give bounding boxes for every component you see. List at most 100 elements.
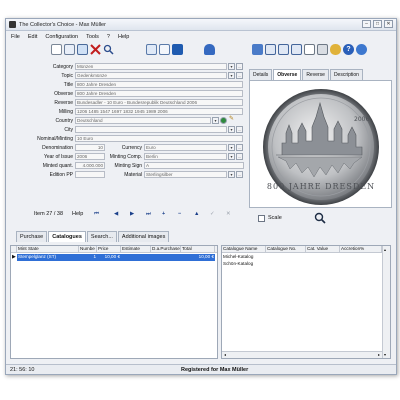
scroll-down-icon[interactable]: ▾	[384, 352, 386, 357]
category-more-button[interactable]: …	[236, 63, 243, 70]
denomination-field[interactable]: 10	[75, 144, 105, 151]
help-link[interactable]: Help	[72, 211, 83, 217]
country-field[interactable]: Deutschland	[75, 117, 211, 124]
pencil-icon[interactable]: ✎	[228, 116, 235, 124]
tab-additional-images[interactable]: Additional images	[117, 231, 170, 242]
tab-description[interactable]: Description	[329, 69, 363, 80]
menu-file[interactable]: File	[11, 34, 20, 40]
nominal-minting-field[interactable]: 10 Euro	[75, 135, 243, 142]
horizontal-scrollbar[interactable]: ◂ ▸	[222, 351, 382, 358]
first-record-button[interactable]: ⏮	[94, 211, 99, 218]
book-icon[interactable]	[172, 44, 183, 55]
material-field[interactable]: Sterlingsilber	[144, 171, 227, 178]
tab-reverse[interactable]: Reverse	[302, 69, 329, 80]
price-cell[interactable]: 10,00 €	[97, 254, 121, 261]
move-up-button[interactable]: ▲	[194, 211, 199, 217]
globe-icon[interactable]	[220, 117, 227, 124]
list-icon[interactable]	[146, 44, 157, 55]
column-header[interactable]: Total	[181, 246, 215, 252]
minimize-button[interactable]: –	[362, 20, 371, 28]
city-dropdown[interactable]: ▾	[228, 126, 235, 133]
minted-quant-field[interactable]: 4.000.000	[75, 162, 105, 169]
city-more-button[interactable]: …	[236, 126, 243, 133]
column-header[interactable]: Estimate	[121, 246, 151, 252]
list-report-icon[interactable]	[265, 44, 276, 55]
minting-sign-field[interactable]: A	[144, 162, 244, 169]
currency-more-button[interactable]: …	[236, 144, 243, 151]
tab-obverse[interactable]: Obverse	[273, 69, 302, 80]
new-icon[interactable]	[51, 44, 62, 55]
table-row[interactable]: Schön-Katalog	[222, 261, 382, 268]
mint-state-cell[interactable]: Stempelglanz (ST)	[17, 254, 79, 261]
category-field[interactable]: Münzen	[75, 63, 227, 70]
column-header[interactable]: Mint State	[17, 246, 79, 252]
cancel-button[interactable]: ✕	[226, 211, 231, 217]
year-of-issue-field[interactable]: 2006	[75, 153, 105, 160]
next-record-button[interactable]: ▶	[130, 211, 134, 217]
search-icon[interactable]	[103, 44, 114, 55]
menu-edit[interactable]: Edit	[28, 34, 37, 40]
copy-icon[interactable]	[64, 44, 75, 55]
table-row[interactable]: Michel-Katalog	[222, 254, 382, 261]
reverse-field[interactable]: Bundesadler - 10 Euro - Bundesrepublik D…	[75, 99, 243, 106]
catalogue-name-cell[interactable]: Michel-Katalog	[222, 254, 266, 261]
scroll-right-icon[interactable]: ▸	[378, 352, 380, 357]
list-report-icon[interactable]	[291, 44, 302, 55]
total-cell[interactable]: 10,00 €	[181, 254, 215, 261]
close-button[interactable]: ✕	[384, 20, 393, 28]
tab-search[interactable]: Search...	[86, 231, 117, 242]
material-dropdown[interactable]: ▾	[228, 171, 235, 178]
minting-comp-dropdown[interactable]: ▾	[228, 153, 235, 160]
delete-record-button[interactable]: −	[178, 211, 181, 217]
menu-help[interactable]: Help	[118, 34, 129, 40]
catalogue-name-cell[interactable]: Schön-Katalog	[222, 261, 266, 268]
column-header[interactable]: D.a.Purchase	[151, 246, 181, 252]
title-field[interactable]: 800 Jahre Dresden	[75, 81, 243, 88]
tab-catalogues[interactable]: Catalogues	[48, 231, 86, 242]
column-header[interactable]: Cat. Value	[306, 246, 340, 252]
print-icon[interactable]	[317, 44, 328, 55]
scroll-up-icon[interactable]: ▴	[384, 247, 386, 252]
currency-dropdown[interactable]: ▾	[228, 144, 235, 151]
table-row[interactable]: ▶ Stempelglanz (ST) 1 10,00 € 10,00 €	[11, 254, 217, 261]
city-field[interactable]	[75, 126, 227, 133]
previous-record-button[interactable]: ◀	[114, 211, 118, 217]
column-header[interactable]: Accretion%	[340, 246, 382, 252]
print-icon[interactable]	[304, 44, 315, 55]
country-dropdown[interactable]: ▾	[212, 117, 219, 124]
category-dropdown[interactable]: ▾	[228, 63, 235, 70]
delete-icon[interactable]	[90, 44, 101, 55]
last-record-button[interactable]: ⏭	[146, 211, 151, 218]
table-icon[interactable]	[159, 44, 170, 55]
column-header[interactable]: Catalogue No.	[266, 246, 306, 252]
number-cell[interactable]: 1	[79, 254, 97, 261]
column-header[interactable]: Price	[97, 246, 121, 252]
topic-field[interactable]: Gedenkmünze	[75, 72, 227, 79]
globe-icon[interactable]	[356, 44, 367, 55]
magnifier-icon[interactable]	[314, 212, 326, 224]
bird-icon[interactable]	[204, 44, 215, 55]
maximize-button[interactable]: □	[373, 20, 382, 28]
tab-details[interactable]: Details	[249, 69, 273, 80]
coins-icon[interactable]	[330, 44, 341, 55]
column-header[interactable]: Catalogue Name	[222, 246, 266, 252]
date-cell[interactable]	[151, 254, 181, 261]
edition-pp-field[interactable]	[75, 171, 105, 178]
scale-checkbox[interactable]	[258, 215, 265, 222]
material-more-button[interactable]: …	[236, 171, 243, 178]
milling-field[interactable]: 1206 1485 1547 1697 1832 1945 1989 2006	[75, 108, 243, 115]
minting-comp-more-button[interactable]: …	[236, 153, 243, 160]
menu-tools[interactable]: Tools	[86, 34, 99, 40]
obverse-field[interactable]: 800 Jahre Dresden	[75, 90, 243, 97]
currency-field[interactable]: Euro	[144, 144, 227, 151]
confirm-button[interactable]: ✓	[210, 211, 215, 217]
list-report-icon[interactable]	[278, 44, 289, 55]
menu-configuration[interactable]: Configuration	[45, 34, 78, 40]
column-header[interactable]: Numbe	[79, 246, 97, 252]
tab-purchase[interactable]: Purchase	[16, 231, 48, 242]
menu-question[interactable]: ?	[107, 34, 110, 40]
estimate-cell[interactable]	[121, 254, 151, 261]
report-icon[interactable]	[252, 44, 263, 55]
vertical-scrollbar[interactable]: ▴ ▾	[382, 246, 390, 358]
edit-icon[interactable]	[77, 44, 88, 55]
